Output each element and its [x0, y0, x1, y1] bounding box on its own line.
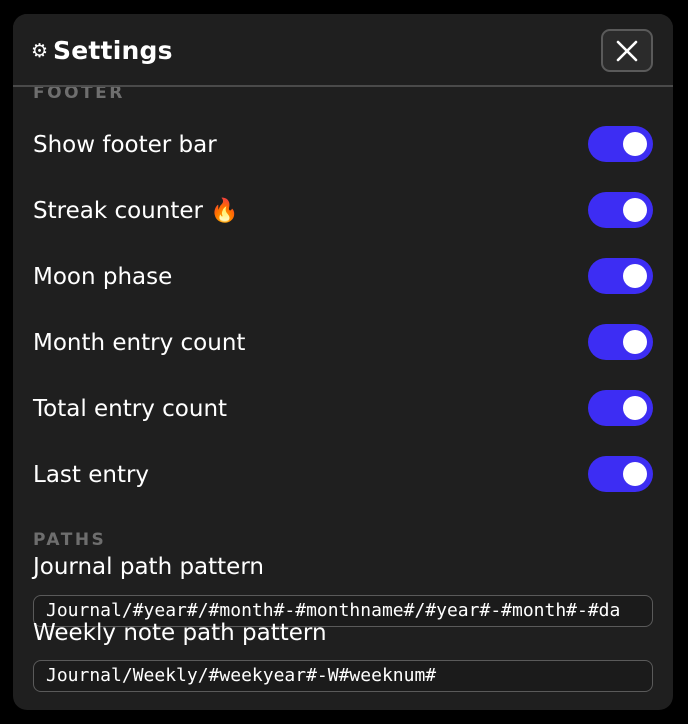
toggle-knob [623, 198, 647, 222]
toggle-label-last-entry: Last entry [33, 462, 150, 488]
dialog-header: ⚙ Settings [13, 14, 673, 87]
toggle-label-show-footer-bar: Show footer bar [33, 132, 217, 158]
toggle-show-footer-bar[interactable] [588, 126, 653, 162]
toggle-knob [623, 396, 647, 420]
weekly-path-input[interactable]: Journal/Weekly/#weekyear#-W#weeknum# [33, 660, 653, 692]
dialog-title-text: Settings [53, 36, 173, 65]
toggle-knob [623, 462, 647, 486]
toggle-total-entry-count[interactable] [588, 390, 653, 426]
toggle-last-entry[interactable] [588, 456, 653, 492]
toggle-label-month-entry-count: Month entry count [33, 330, 246, 356]
journal-path-label: Journal path pattern [33, 554, 264, 580]
toggle-label-total-entry-count: Total entry count [33, 396, 228, 422]
toggle-label-streak-counter: Streak counter 🔥 [33, 198, 239, 224]
gear-icon: ⚙ [31, 39, 49, 62]
weekly-path-label: Weekly note path pattern [33, 620, 327, 646]
toggle-moon-phase[interactable] [588, 258, 653, 294]
settings-dialog: ⚙ Settings FOOTER Show footer bar Streak… [13, 14, 673, 710]
section-label-paths: PATHS [33, 530, 107, 550]
toggle-knob [623, 330, 647, 354]
close-button[interactable] [601, 29, 653, 72]
close-icon [616, 40, 638, 61]
toggle-streak-counter[interactable] [588, 192, 653, 228]
toggle-knob [623, 132, 647, 156]
dialog-title: ⚙ Settings [31, 34, 173, 68]
toggle-month-entry-count[interactable] [588, 324, 653, 360]
toggle-label-moon-phase: Moon phase [33, 264, 173, 290]
toggle-knob [623, 264, 647, 288]
